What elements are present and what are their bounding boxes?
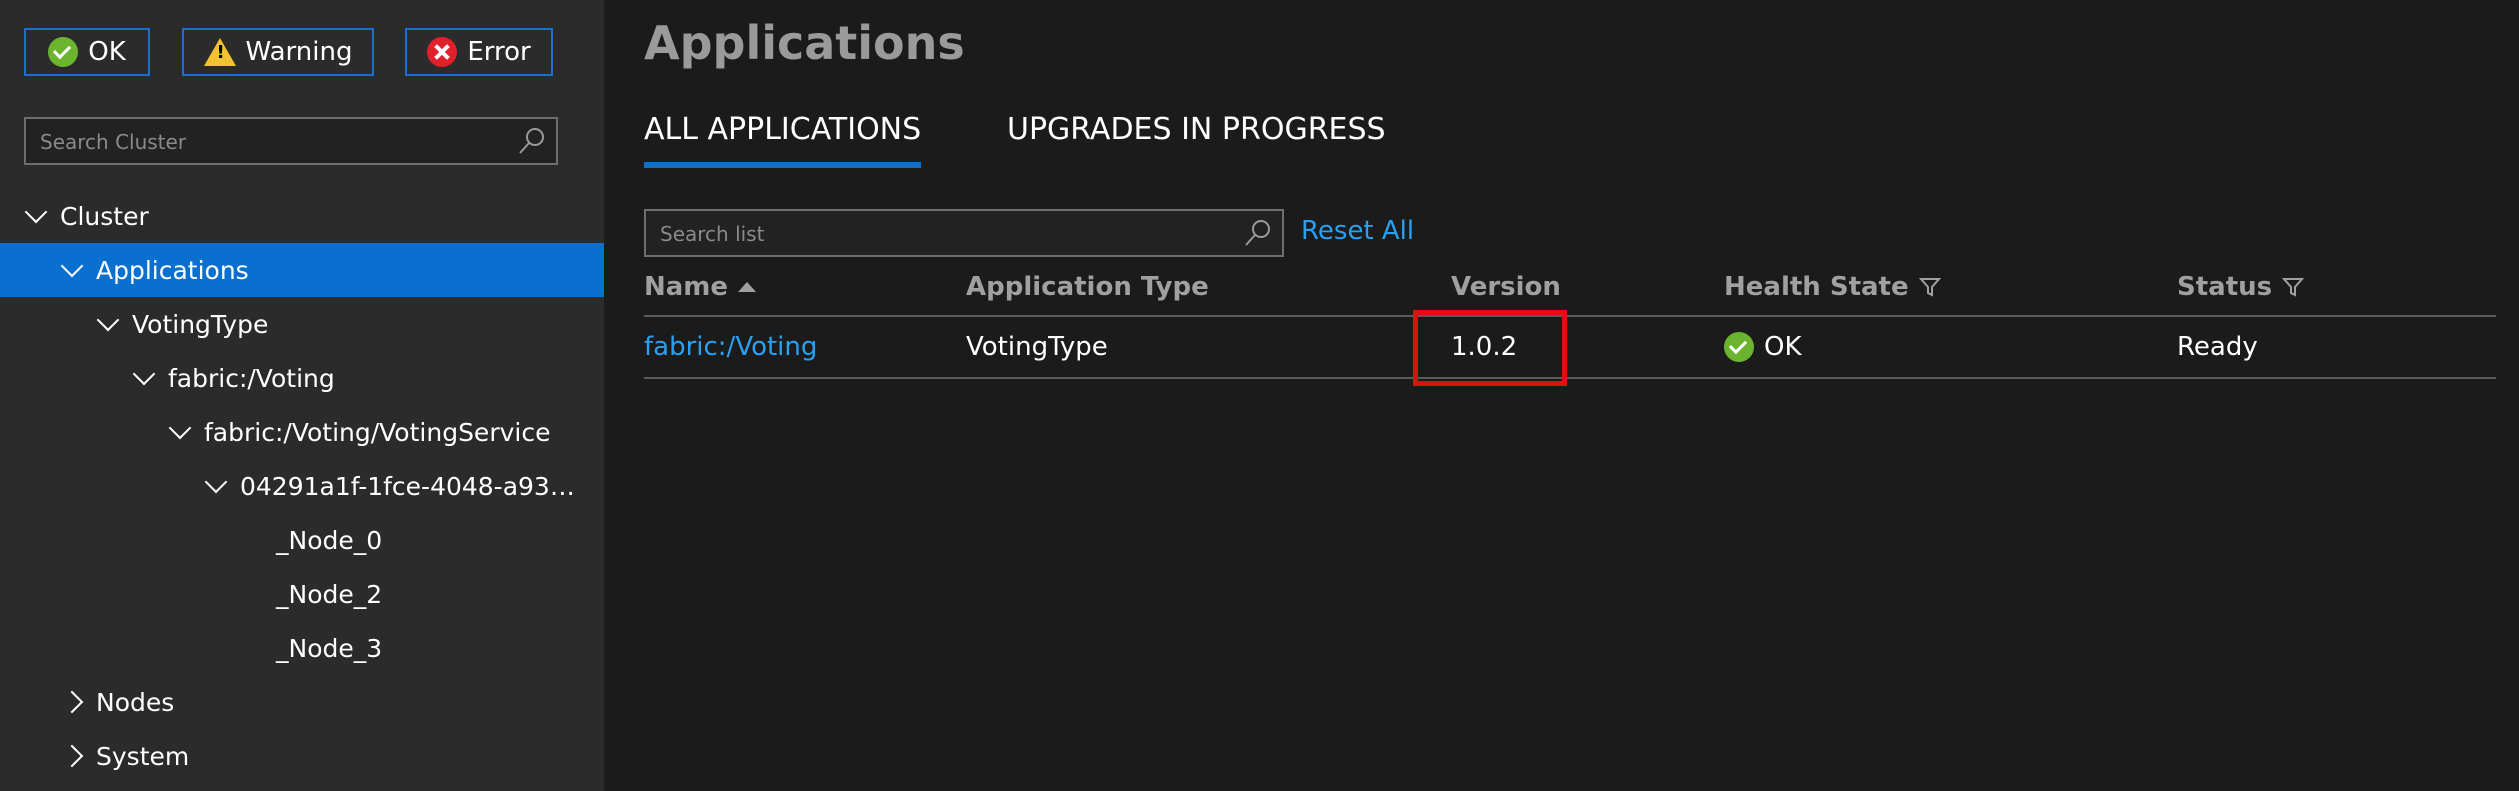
chevron-down-icon[interactable] — [204, 470, 228, 494]
app-health-cell: OK — [1724, 332, 1802, 362]
tree-item-votingtype[interactable]: VotingType — [0, 297, 604, 351]
page-title: Applications — [644, 16, 965, 70]
tree-item-label: 04291a1f-1fce-4048-a93… — [240, 471, 575, 501]
app-status-cell: Ready — [2177, 332, 2258, 362]
header-divider — [644, 315, 2496, 317]
tree-item-system[interactable]: System — [0, 729, 604, 783]
tree-item-partition[interactable]: 04291a1f-1fce-4048-a93… — [0, 459, 604, 513]
chevron-down-icon[interactable] — [60, 254, 84, 278]
search-icon[interactable] — [516, 125, 548, 157]
filter-error-button[interactable]: Error — [405, 28, 553, 76]
tree-item-fabric-voting[interactable]: fabric:/Voting — [0, 351, 604, 405]
tree-item-node-2[interactable]: _Node_2 — [0, 567, 604, 621]
tree-item-voting-service[interactable]: fabric:/Voting/VotingService — [0, 405, 604, 459]
tree-item-nodes[interactable]: Nodes — [0, 675, 604, 729]
filter-error-label: Error — [467, 37, 531, 67]
search-cluster-box — [24, 117, 558, 165]
column-header-name[interactable]: Name — [644, 272, 757, 302]
tree-item-label: Nodes — [96, 687, 175, 717]
chevron-down-icon[interactable] — [96, 308, 120, 332]
filter-ok-button[interactable]: OK — [24, 28, 150, 76]
search-cluster-input[interactable] — [38, 119, 512, 165]
column-header-label: Health State — [1724, 272, 1909, 302]
search-list-input[interactable] — [658, 211, 1238, 257]
chevron-down-icon[interactable] — [24, 200, 48, 224]
health-label: OK — [1764, 332, 1802, 362]
column-header-health-state[interactable]: Health State — [1724, 272, 1941, 302]
app-name-link[interactable]: fabric:/Voting — [644, 332, 817, 362]
reset-all-link[interactable]: Reset All — [1301, 216, 1414, 246]
tree-item-node-0[interactable]: _Node_0 — [0, 513, 604, 567]
sidebar: OK ! Warning Error Cluster Applications … — [0, 0, 604, 791]
version-highlight-box — [1413, 310, 1567, 386]
column-header-label: Name — [644, 272, 729, 302]
tab-upgrades-in-progress[interactable]: UPGRADES IN PROGRESS — [1007, 112, 1386, 162]
filter-funnel-icon[interactable] — [2282, 276, 2305, 298]
filter-funnel-icon[interactable] — [1918, 276, 1941, 298]
filter-warning-label: Warning — [245, 37, 353, 67]
column-header-status[interactable]: Status — [2177, 272, 2305, 302]
tree-item-label: Cluster — [60, 201, 149, 231]
column-header-application-type[interactable]: Application Type — [966, 272, 1209, 302]
app-type-cell: VotingType — [966, 332, 1108, 362]
tree-item-label: _Node_3 — [276, 633, 383, 663]
filter-warning-button[interactable]: ! Warning — [182, 28, 374, 76]
ok-check-icon — [48, 37, 79, 67]
warning-triangle-icon: ! — [203, 38, 236, 66]
tree-item-label: VotingType — [132, 309, 269, 339]
tree-item-cluster[interactable]: Cluster — [0, 189, 604, 243]
tree-item-label: System — [96, 741, 190, 771]
tree-item-label: Applications — [96, 255, 249, 285]
chevron-down-icon[interactable] — [132, 362, 156, 386]
tree-item-label: fabric:/Voting — [168, 363, 335, 393]
ok-check-icon — [1724, 332, 1754, 362]
tab-all-applications[interactable]: ALL APPLICATIONS — [644, 112, 922, 168]
sort-ascending-icon — [738, 282, 757, 292]
search-list-box — [644, 209, 1284, 257]
chevron-right-icon[interactable] — [60, 690, 84, 714]
chevron-right-icon[interactable] — [60, 744, 84, 768]
tree-item-label: _Node_2 — [276, 579, 383, 609]
column-header-label: Status — [2177, 272, 2273, 302]
tree-item-label: _Node_0 — [276, 525, 383, 555]
column-header-label: Version — [1451, 272, 1561, 302]
error-x-icon — [427, 37, 458, 67]
chevron-down-icon[interactable] — [168, 416, 192, 440]
tree-item-node-3[interactable]: _Node_3 — [0, 621, 604, 675]
search-icon[interactable] — [1242, 217, 1274, 249]
column-header-label: Application Type — [966, 272, 1209, 302]
tree-item-label: fabric:/Voting/VotingService — [204, 417, 551, 447]
filter-ok-label: OK — [88, 37, 126, 67]
column-header-version[interactable]: Version — [1451, 272, 1561, 302]
main-content: Applications ALL APPLICATIONS UPGRADES I… — [604, 0, 2519, 791]
tree-item-applications[interactable]: Applications — [0, 243, 604, 297]
row-divider — [644, 377, 2496, 379]
